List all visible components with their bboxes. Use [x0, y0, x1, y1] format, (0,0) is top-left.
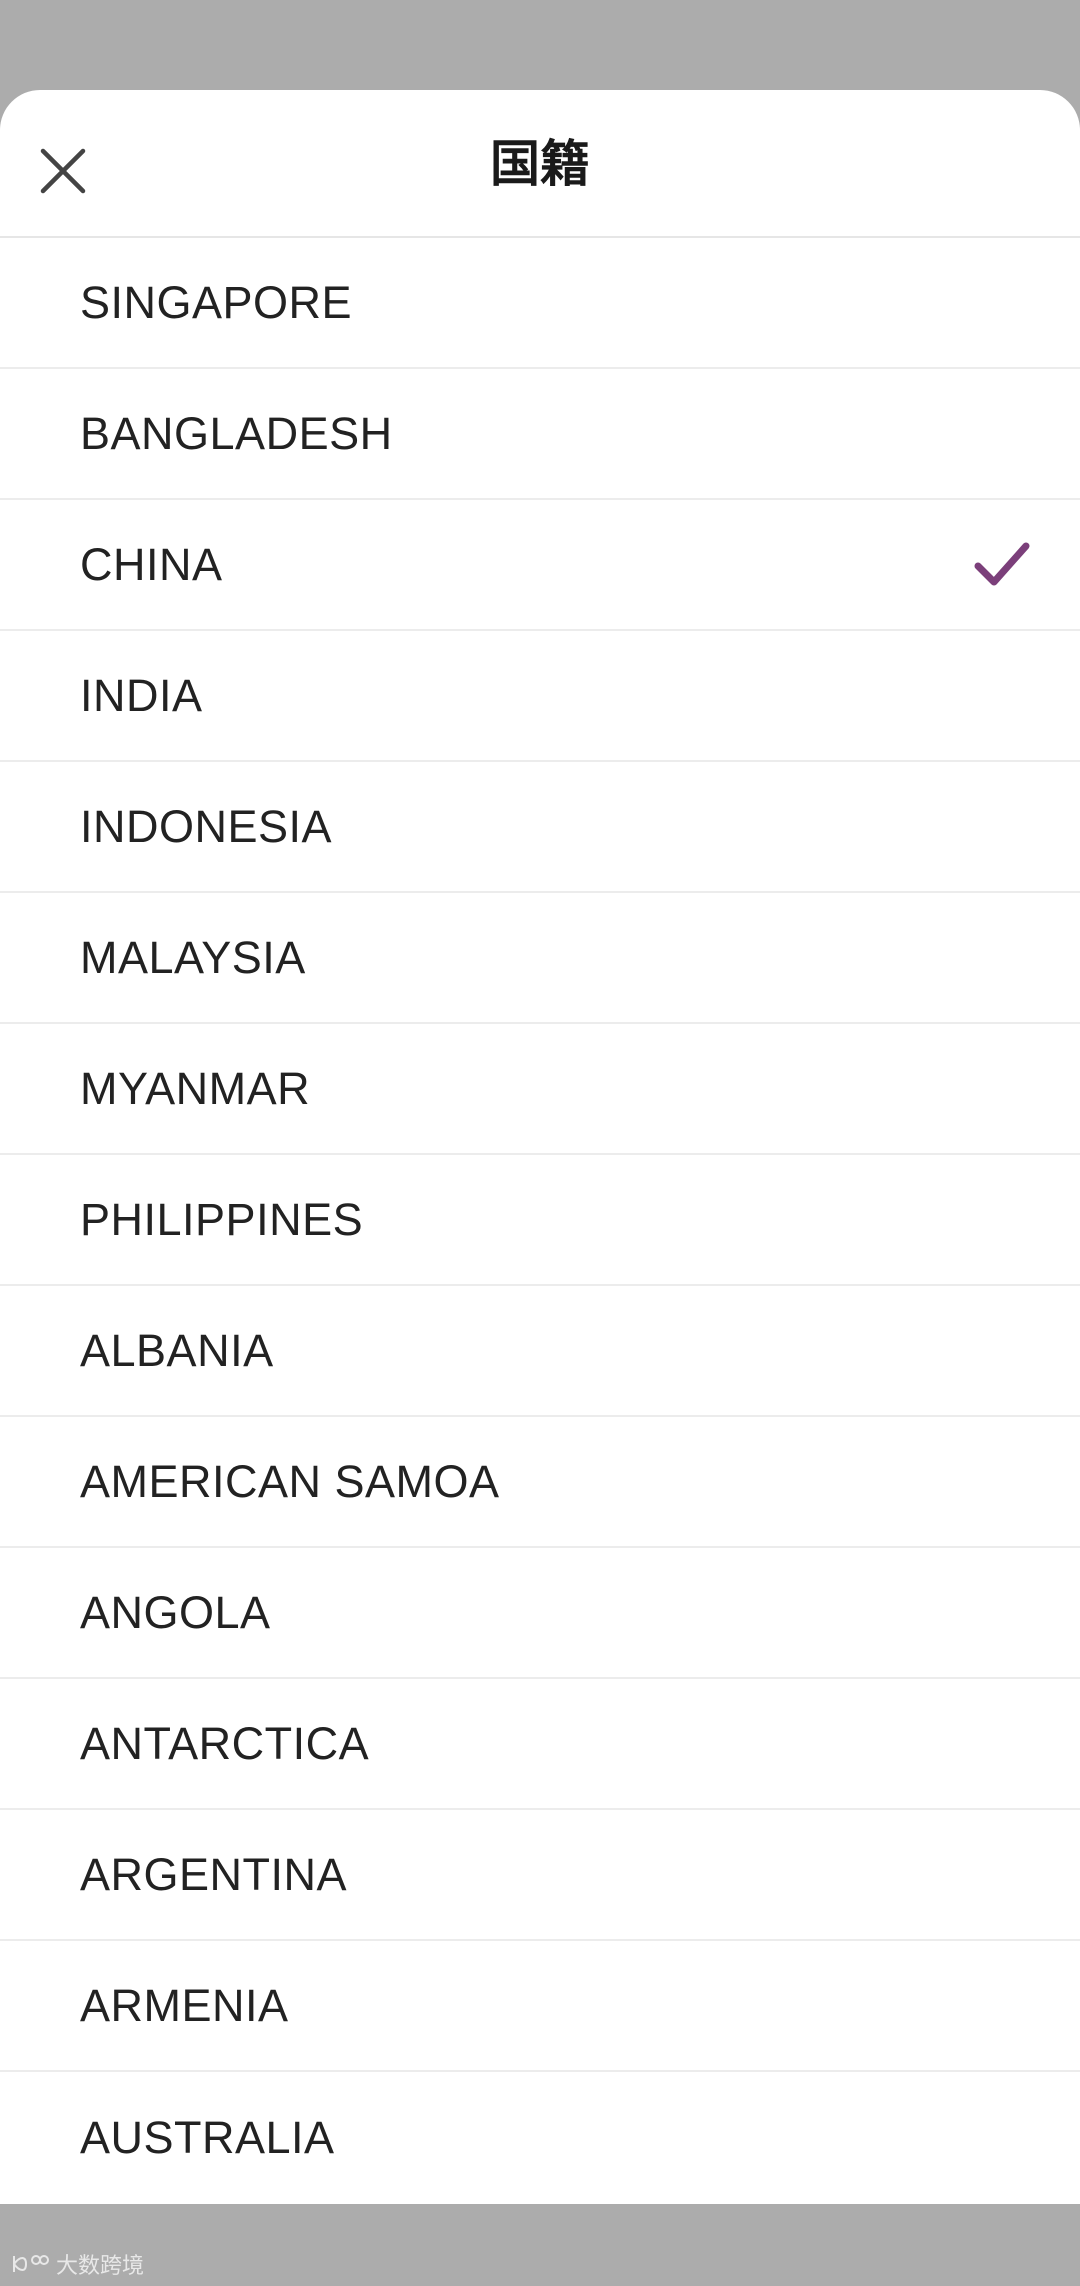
- country-name: ALBANIA: [80, 1324, 274, 1376]
- country-item-philippines[interactable]: PHILIPPINES: [0, 1155, 1080, 1286]
- country-name: SINGAPORE: [80, 276, 353, 328]
- country-item-bangladesh[interactable]: BANGLADESH: [0, 369, 1080, 500]
- country-name: ARMENIA: [80, 1979, 289, 2031]
- country-list: SINGAPORE BANGLADESH CHINA INDIA INDONESIA MA…: [0, 238, 1080, 2203]
- sheet-header: 国籍: [0, 90, 1080, 238]
- country-item-indonesia[interactable]: INDONESIA: [0, 762, 1080, 893]
- country-name: MYANMAR: [80, 1062, 311, 1114]
- nationality-picker-sheet: 国籍 SINGAPORE BANGLADESH CHINA INDIA INDONESI…: [0, 90, 1080, 2204]
- sheet-title: 国籍: [490, 136, 590, 192]
- country-item-argentina[interactable]: ARGENTINA: [0, 1810, 1080, 1941]
- country-item-american-samoa[interactable]: AMERICAN SAMOA: [0, 1417, 1080, 1548]
- country-item-angola[interactable]: ANGOLA: [0, 1548, 1080, 1679]
- country-item-singapore[interactable]: SINGAPORE: [0, 238, 1080, 369]
- country-item-myanmar[interactable]: MYANMAR: [0, 1024, 1080, 1155]
- country-name: INDONESIA: [80, 800, 333, 852]
- country-name: AMERICAN SAMOA: [80, 1455, 500, 1507]
- country-name: ANGOLA: [80, 1586, 271, 1638]
- country-name: AUSTRALIA: [80, 2111, 335, 2163]
- country-name: CHINA: [80, 538, 223, 590]
- country-name: MALAYSIA: [80, 931, 306, 983]
- country-name: BANGLADESH: [80, 407, 393, 459]
- country-item-malaysia[interactable]: MALAYSIA: [0, 893, 1080, 1024]
- country-name: INDIA: [80, 669, 203, 721]
- close-button[interactable]: [30, 138, 96, 204]
- country-item-antarctica[interactable]: ANTARCTICA: [0, 1679, 1080, 1810]
- watermark-text: 大数跨境: [56, 2253, 145, 2278]
- country-item-india[interactable]: INDIA: [0, 631, 1080, 762]
- checkmark-icon: [974, 542, 1030, 586]
- watermark-logo-icon: [13, 2255, 49, 2272]
- country-item-albania[interactable]: ALBANIA: [0, 1286, 1080, 1417]
- country-name: ANTARCTICA: [80, 1717, 370, 1769]
- country-name: ARGENTINA: [80, 1848, 348, 1900]
- country-item-armenia[interactable]: ARMENIA: [0, 1941, 1080, 2072]
- country-name: PHILIPPINES: [80, 1193, 364, 1245]
- country-item-china[interactable]: CHINA: [0, 500, 1080, 631]
- close-icon: [40, 148, 86, 194]
- watermark: 大数跨境: [10, 2248, 144, 2280]
- country-item-australia[interactable]: AUSTRALIA: [0, 2072, 1080, 2203]
